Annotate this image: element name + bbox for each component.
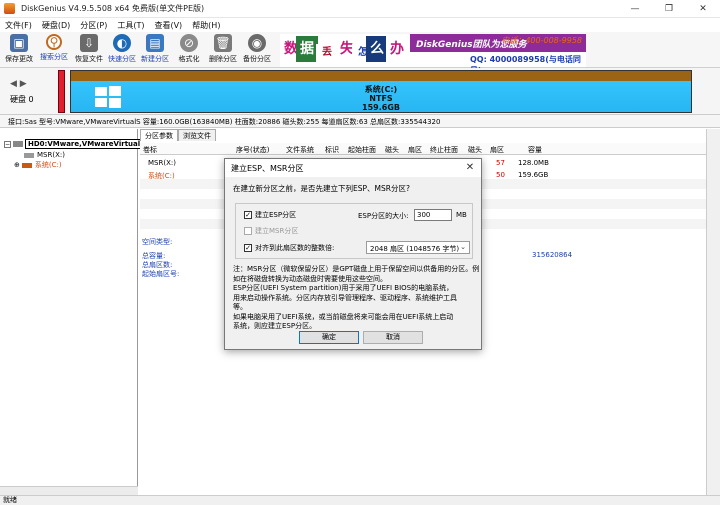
format-button[interactable]: ⊘ 格式化 xyxy=(172,34,206,66)
partition-size: 159.6GB xyxy=(362,103,400,112)
cancel-button[interactable]: 取消 xyxy=(363,331,423,344)
save-button[interactable]: ▣ 保存更改 xyxy=(2,34,36,66)
dialog-title: 建立ESP、MSR分区 ✕ xyxy=(225,159,481,177)
tab-browse-files[interactable]: 浏览文件 xyxy=(178,129,216,141)
menu-file[interactable]: 文件(F) xyxy=(0,20,37,31)
maximize-button[interactable]: ❐ xyxy=(652,0,686,18)
disk-nav-arrows[interactable]: ◀ ▶ xyxy=(10,79,27,89)
create-msr-checkbox[interactable]: 建立MSR分区 xyxy=(244,226,298,236)
save-icon: ▣ xyxy=(10,34,28,52)
banner-phone: 电话：400-008-9958 xyxy=(501,36,582,45)
menu-partition[interactable]: 分区(P) xyxy=(75,20,112,31)
delete-partition-button[interactable]: 🗑 删除分区 xyxy=(206,34,240,66)
dialog-note: 注：MSR分区（微软保留分区）是GPT磁盘上用于保留空间以供备用的分区。例 如在… xyxy=(233,265,480,330)
disk-info-line: 接口:Sas 型号:VMware,VMwareVirtualS 容量:160.0… xyxy=(0,114,720,128)
msr-partition-bar[interactable] xyxy=(58,70,65,113)
banner-char: 办 xyxy=(386,36,408,62)
partition-icon xyxy=(24,152,34,158)
banner-char: 据 xyxy=(296,36,318,62)
disk-label: 硬盘 0 xyxy=(10,95,34,104)
new-partition-icon: ▤ xyxy=(146,34,164,52)
tab-partition-params[interactable]: 分区参数 xyxy=(140,129,178,141)
system-partition-bar[interactable]: 系统(C:) NTFS 159.6GB xyxy=(70,70,692,113)
esp-size-label: ESP分区的大小: xyxy=(358,212,409,220)
partition-fs: NTFS xyxy=(369,94,393,103)
checkbox-checked-icon: ✓ xyxy=(244,244,252,252)
recover-icon: ⇩ xyxy=(80,34,98,52)
menu-bar: 文件(F) 硬盘(D) 分区(P) 工具(T) 查看(V) 帮助(H) xyxy=(0,18,720,32)
backup-partition-button[interactable]: ◉ 备份分区 xyxy=(240,34,274,66)
options-group: ✓ 建立ESP分区 ESP分区的大小: MB 建立MSR分区 ✓ 对齐到此扇区数… xyxy=(235,203,473,259)
collapse-icon[interactable]: − xyxy=(4,140,11,148)
esp-size-input[interactable] xyxy=(414,209,452,221)
align-checkbox[interactable]: ✓ 对齐到此扇区数的整数倍: xyxy=(244,243,334,253)
chevron-down-icon: ⌄ xyxy=(460,243,466,251)
vertical-scrollbar[interactable] xyxy=(706,129,720,495)
menu-disk[interactable]: 硬盘(D) xyxy=(37,20,75,31)
toolbar: ▣ 保存更改 ⚲ 搜索分区 ⇩ 恢复文件 ◐ 快速分区 ▤ 新建分区 ⊘ 格式化… xyxy=(0,32,720,75)
grid-header: 卷标 序号(状态) 文件系统 标识 起始柱面 磁头 扇区 终止柱面 磁头 扇区 … xyxy=(140,143,706,155)
partition-name: 系统(C:) xyxy=(364,85,398,94)
align-select[interactable]: 2048 扇区 (1048576 字节) ⌄ xyxy=(366,241,470,254)
disk-strip: ◀ ▶ 硬盘 0 系统(C:) NTFS 159.6GB xyxy=(0,68,720,114)
tree-item-msr[interactable]: MSR(X:) xyxy=(24,150,65,160)
create-esp-checkbox[interactable]: ✓ 建立ESP分区 xyxy=(244,210,296,220)
tree-item-system[interactable]: ⊕ 系统(C:) xyxy=(14,160,62,170)
checkbox-checked-icon: ✓ xyxy=(244,211,252,219)
new-partition-button[interactable]: ▤ 新建分区 xyxy=(138,34,172,66)
recover-files-button[interactable]: ⇩ 恢复文件 xyxy=(72,34,106,66)
backup-icon: ◉ xyxy=(248,34,266,52)
banner-char: 么 xyxy=(366,36,388,62)
quick-partition-icon: ◐ xyxy=(113,34,131,52)
search-partition-button[interactable]: ⚲ 搜索分区 xyxy=(37,34,71,66)
expand-icon[interactable]: ⊕ xyxy=(14,161,20,169)
ok-button[interactable]: 确定 xyxy=(299,331,359,344)
partition-icon xyxy=(21,162,32,168)
esp-size-unit: MB xyxy=(456,211,467,219)
quick-partition-button[interactable]: ◐ 快速分区 xyxy=(105,34,139,66)
menu-tools[interactable]: 工具(T) xyxy=(112,20,149,31)
disk-icon xyxy=(13,141,23,147)
window-title: DiskGenius V4.9.5.508 x64 免费版(单文件PE版) xyxy=(21,4,205,13)
status-bar: 就绪 xyxy=(0,495,720,505)
minimize-button[interactable]: — xyxy=(618,0,652,18)
delete-icon: 🗑 xyxy=(214,34,232,52)
format-icon: ⊘ xyxy=(180,34,198,52)
tree-disk-item[interactable]: − HD0:VMware,VMwareVirtualS xyxy=(4,139,149,149)
disk-tree: − HD0:VMware,VMwareVirtualS MSR(X:) ⊕ 系统… xyxy=(0,129,149,495)
close-button[interactable]: ✕ xyxy=(686,0,720,18)
dialog-close-icon[interactable]: ✕ xyxy=(463,161,477,175)
dialog-prompt: 在建立新分区之前，是否先建立下列ESP、MSR分区? xyxy=(233,184,410,193)
horizontal-scrollbar[interactable] xyxy=(0,486,138,495)
banner-char: 丢 xyxy=(316,44,338,62)
menu-view[interactable]: 查看(V) xyxy=(149,20,187,31)
ad-banner[interactable]: 数 据 丢 失 怎 么 办 DiskGenius团队为您服务 电话：400-00… xyxy=(280,34,586,75)
search-icon: ⚲ xyxy=(46,34,62,50)
menu-help[interactable]: 帮助(H) xyxy=(187,20,225,31)
app-icon xyxy=(4,3,15,14)
create-esp-msr-dialog: 建立ESP、MSR分区 ✕ 在建立新分区之前，是否先建立下列ESP、MSR分区?… xyxy=(224,158,482,350)
title-bar: DiskGenius V4.9.5.508 x64 免费版(单文件PE版) — … xyxy=(0,0,720,18)
